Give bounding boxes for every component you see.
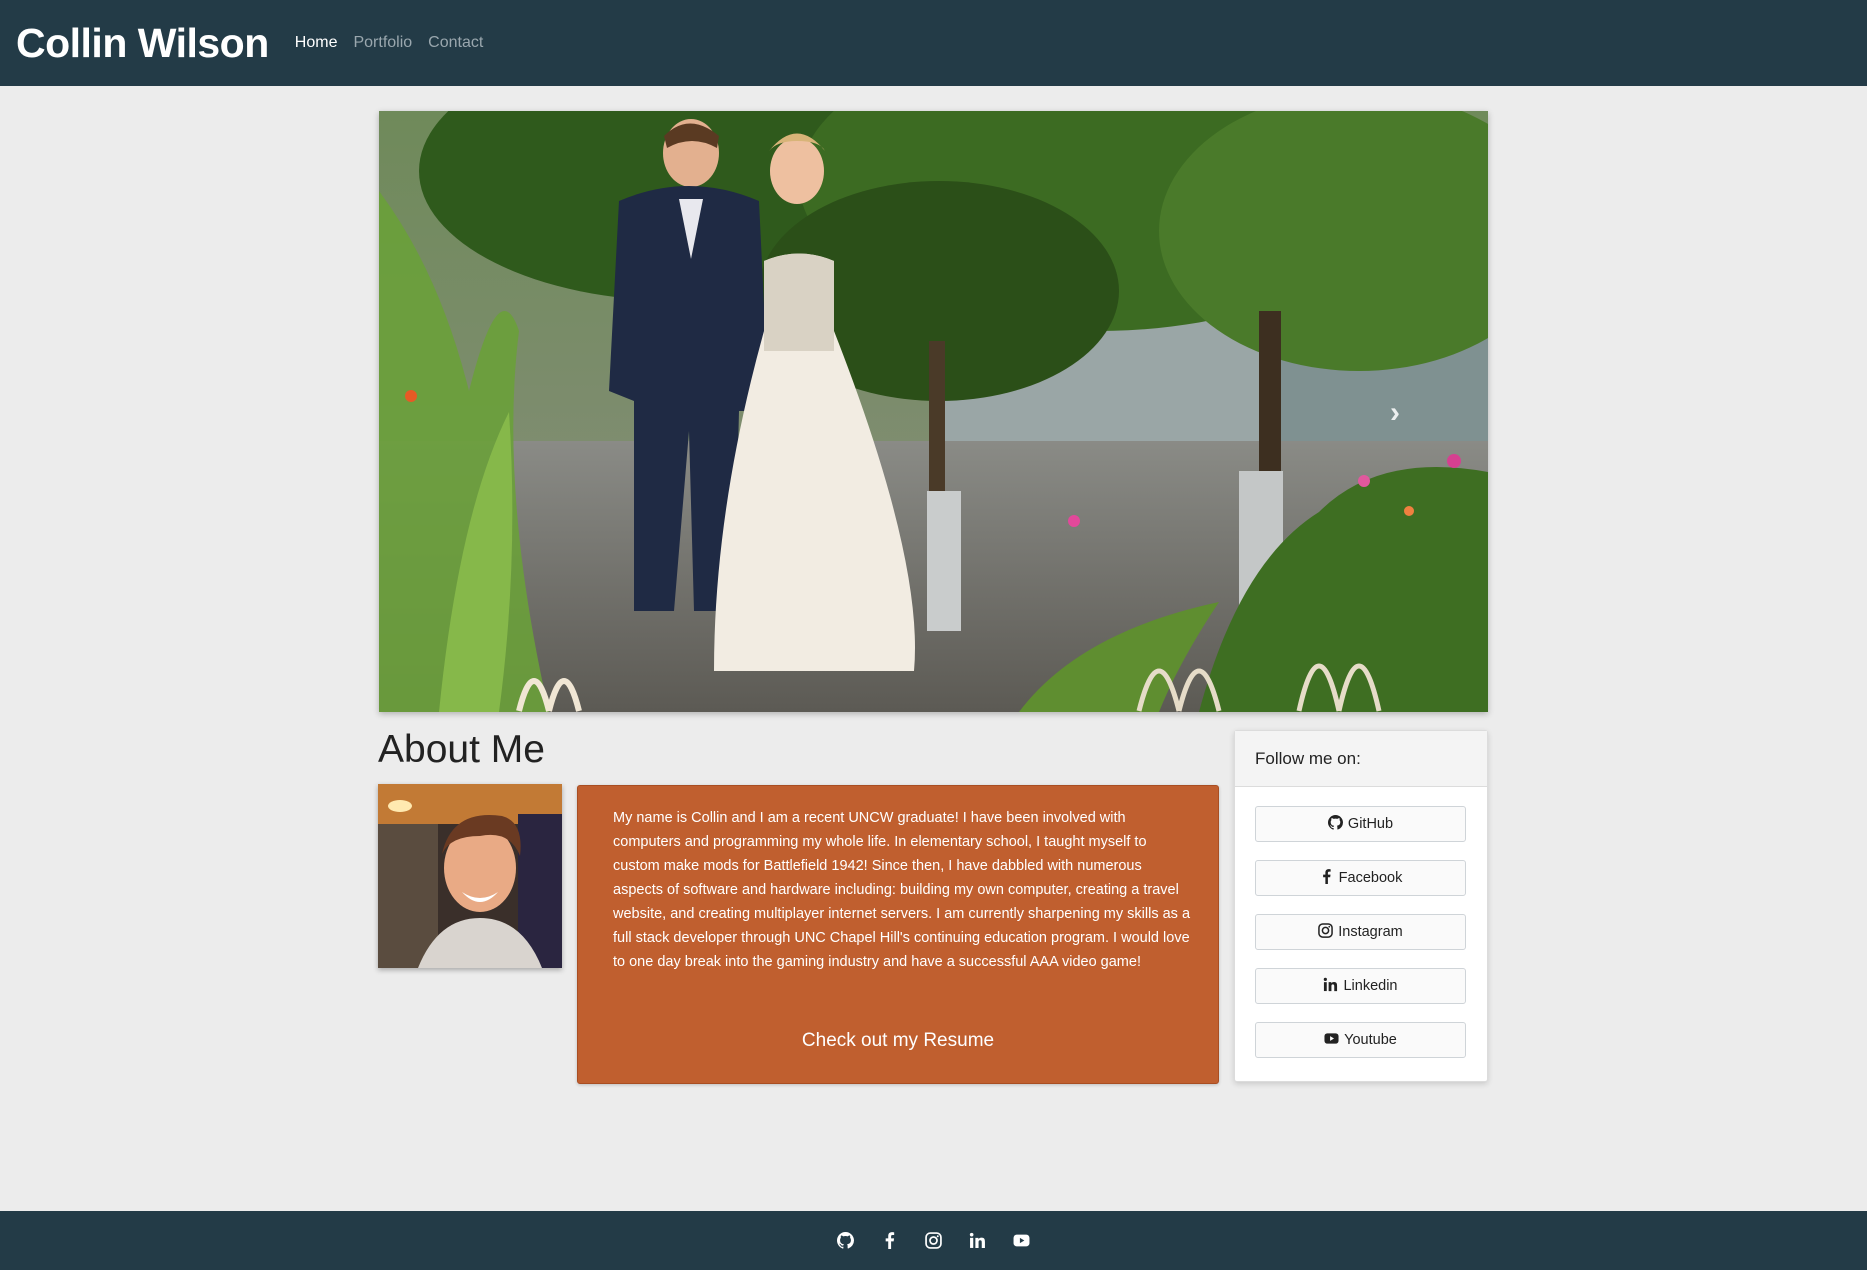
nav-link-portfolio[interactable]: Portfolio <box>353 34 412 52</box>
footer-github-icon[interactable] <box>837 1232 854 1249</box>
profile-photo <box>378 784 562 968</box>
facebook-icon <box>1319 868 1334 888</box>
hero-photo <box>379 111 1488 712</box>
instagram-icon <box>1318 922 1334 942</box>
youtube-button[interactable]: Youtube <box>1255 1022 1466 1058</box>
top-navbar: Collin Wilson Home Portfolio Contact <box>0 0 1867 86</box>
youtube-icon <box>1324 1031 1339 1050</box>
linkedin-icon <box>1323 977 1338 996</box>
footer-facebook-icon[interactable] <box>881 1232 898 1249</box>
carousel-next-button[interactable]: › <box>1390 398 1420 428</box>
nav-links: Home Portfolio Contact <box>295 34 484 52</box>
linkedin-button-label: Linkedin <box>1343 978 1398 994</box>
footer <box>0 1211 1867 1270</box>
brand-logo[interactable]: Collin Wilson <box>16 20 269 67</box>
footer-linkedin-icon[interactable] <box>969 1232 986 1249</box>
bio-text: My name is Collin and I am a recent UNCW… <box>613 810 1191 970</box>
about-title: About Me <box>378 728 545 771</box>
github-button[interactable]: GitHub <box>1255 806 1466 842</box>
nav-link-contact[interactable]: Contact <box>428 34 483 52</box>
facebook-button[interactable]: Facebook <box>1255 860 1466 896</box>
follow-header: Follow me on: <box>1235 731 1487 787</box>
resume-link[interactable]: Check out my Resume <box>578 1030 1218 1052</box>
linkedin-button[interactable]: Linkedin <box>1255 968 1466 1004</box>
facebook-button-label: Facebook <box>1338 870 1403 886</box>
follow-card: Follow me on: GitHub Facebook Instagram … <box>1234 730 1488 1082</box>
instagram-button-label: Instagram <box>1338 924 1403 940</box>
avatar <box>378 784 562 968</box>
bio-card: My name is Collin and I am a recent UNCW… <box>577 785 1219 1084</box>
footer-youtube-icon[interactable] <box>1013 1232 1030 1249</box>
nav-link-home[interactable]: Home <box>295 34 338 52</box>
github-button-label: GitHub <box>1347 816 1394 832</box>
footer-instagram-icon[interactable] <box>925 1232 942 1249</box>
chevron-right-icon: › <box>1390 396 1400 429</box>
youtube-button-label: Youtube <box>1344 1032 1397 1048</box>
hero-carousel <box>379 111 1488 712</box>
instagram-button[interactable]: Instagram <box>1255 914 1466 950</box>
github-icon <box>1327 814 1343 834</box>
